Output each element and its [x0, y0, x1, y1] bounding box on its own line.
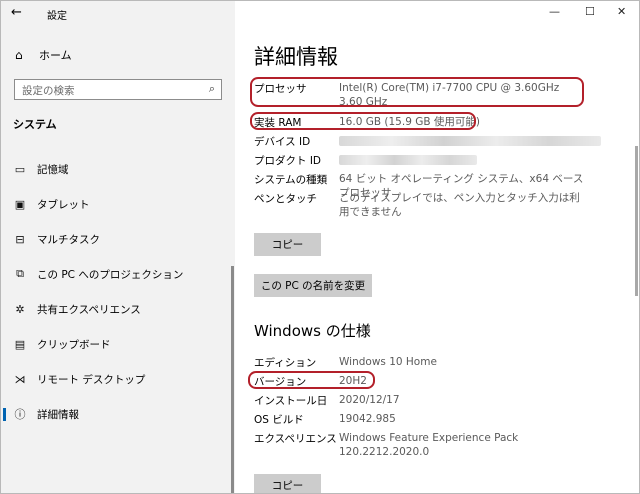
spec-label-os-build: OS ビルド [254, 414, 304, 426]
sidebar-item-label: クリップボード [37, 338, 111, 351]
sidebar: ← 設定 ⌂ ホーム 設定の検索 ⌕ システム ▭ 記憶域 ▣ タブレット ⊟ … [1, 1, 235, 493]
info-icon: ⓘ [14, 408, 26, 421]
active-indicator [3, 408, 6, 421]
spec-label-experience: エクスペリエンス [254, 433, 337, 445]
remote-desktop-icon: ⋊ [14, 372, 26, 386]
tablet-icon: ▣ [14, 197, 26, 211]
sidebar-item-label: 記憶域 [37, 163, 69, 176]
device-id-redacted [339, 136, 601, 146]
back-arrow-icon[interactable]: ← [11, 5, 22, 20]
spec-label-install-date: インストール日 [254, 395, 328, 407]
sidebar-item-multitask[interactable]: ⊟ マルチタスク [1, 228, 235, 250]
sidebar-item-label: この PC へのプロジェクション [37, 268, 184, 281]
storage-icon: ▭ [14, 162, 26, 176]
sidebar-item-label: マルチタスク [37, 233, 100, 246]
copy-windows-specs-button[interactable]: コピー [254, 474, 321, 493]
clipboard-icon: ▤ [14, 337, 26, 351]
highlight-ram [250, 112, 476, 130]
spec-label-system-type: システムの種類 [254, 174, 328, 186]
highlight-processor [250, 77, 584, 107]
windows-spec-heading: Windows の仕様 [254, 322, 371, 340]
settings-window: ← 設定 ⌂ ホーム 設定の検索 ⌕ システム ▭ 記憶域 ▣ タブレット ⊟ … [0, 0, 640, 494]
sidebar-item-shared-experience[interactable]: ✲ 共有エクスペリエンス [1, 298, 235, 320]
close-button[interactable]: ✕ [617, 5, 626, 18]
search-placeholder: 設定の検索 [22, 85, 75, 97]
sidebar-item-label: リモート デスクトップ [37, 373, 146, 386]
spec-value-os-build: 19042.985 [339, 413, 396, 425]
home-icon: ⌂ [15, 48, 23, 62]
sidebar-item-clipboard[interactable]: ▤ クリップボード [1, 333, 235, 355]
spec-value-pen-touch: このディスプレイでは、ペン入力とタッチ入力は利用できません [339, 192, 580, 218]
sidebar-item-projection[interactable]: ⧉ この PC へのプロジェクション [1, 263, 235, 285]
sidebar-item-label: 共有エクスペリエンス [37, 303, 141, 316]
sidebar-item-storage[interactable]: ▭ 記憶域 [1, 158, 235, 180]
spec-label-device-id: デバイス ID [254, 136, 311, 148]
sidebar-item-tablet[interactable]: ▣ タブレット [1, 193, 235, 215]
spec-value-experience: Windows Feature Experience Pack 120.2212… [339, 432, 519, 458]
multitask-icon: ⊟ [15, 232, 25, 246]
search-input[interactable]: 設定の検索 ⌕ [14, 79, 222, 100]
product-id-redacted [339, 155, 477, 165]
sidebar-item-label: タブレット [37, 198, 90, 211]
projection-icon: ⧉ [16, 267, 24, 280]
page-title: 詳細情報 [254, 45, 338, 69]
main-scrollbar[interactable] [635, 146, 638, 296]
spec-label-pen-touch: ペンとタッチ [254, 193, 317, 205]
spec-value-install-date: 2020/12/17 [339, 394, 400, 406]
rename-pc-button[interactable]: この PC の名前を変更 [254, 274, 372, 297]
spec-label-product-id: プロダクト ID [254, 155, 322, 167]
shared-experience-icon: ✲ [15, 302, 25, 316]
sidebar-item-label: 詳細情報 [37, 408, 79, 421]
spec-label-edition: エディション [254, 357, 317, 369]
home-label: ホーム [39, 49, 72, 62]
maximize-button[interactable]: ☐ [585, 5, 595, 18]
app-title: 設定 [47, 11, 67, 22]
sidebar-item-remote-desktop[interactable]: ⋊ リモート デスクトップ [1, 368, 235, 390]
sidebar-item-home[interactable]: ⌂ ホーム [15, 46, 72, 64]
section-title: システム [13, 118, 57, 131]
search-icon[interactable]: ⌕ [209, 82, 215, 96]
minimize-button[interactable]: — [549, 5, 560, 18]
spec-value-edition: Windows 10 Home [339, 356, 437, 368]
copy-device-specs-button[interactable]: コピー [254, 233, 321, 256]
sidebar-item-info[interactable]: ⓘ 詳細情報 [1, 403, 235, 425]
highlight-version [248, 371, 375, 389]
sidebar-scrollbar[interactable] [231, 266, 234, 493]
